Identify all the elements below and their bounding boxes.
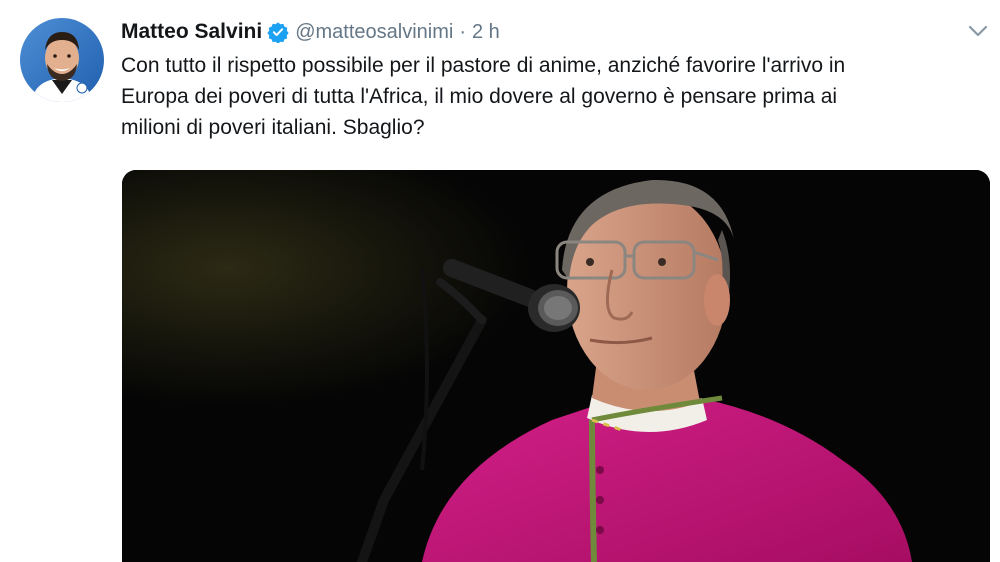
tweet-text: Con tutto il rispetto possibile per il p… (121, 50, 981, 143)
separator-dot: · (459, 20, 466, 43)
author-name[interactable]: Matteo Salvini (121, 20, 262, 44)
avatar[interactable] (20, 18, 104, 102)
tweet-header: Matteo Salvini @matteosalvinimi · 2 h (121, 18, 500, 46)
timestamp[interactable]: 2 h (472, 21, 500, 44)
chevron-down-icon[interactable] (968, 24, 988, 38)
tweet-text-line: milioni di poveri italiani. Sbaglio? (121, 116, 425, 139)
verified-badge-icon (267, 21, 289, 44)
profile-photo (20, 18, 104, 102)
tweet-photo[interactable] (122, 170, 990, 562)
bishop-speaking-photo (122, 170, 990, 562)
tweet: Matteo Salvini @matteosalvinimi · 2 h Co… (0, 0, 1000, 562)
tweet-text-line: Europa dei poveri di tutta l'Africa, il … (121, 85, 838, 108)
tweet-text-line: Con tutto il rispetto possibile per il p… (121, 54, 846, 77)
author-handle[interactable]: @matteosalvinimi (295, 21, 453, 44)
